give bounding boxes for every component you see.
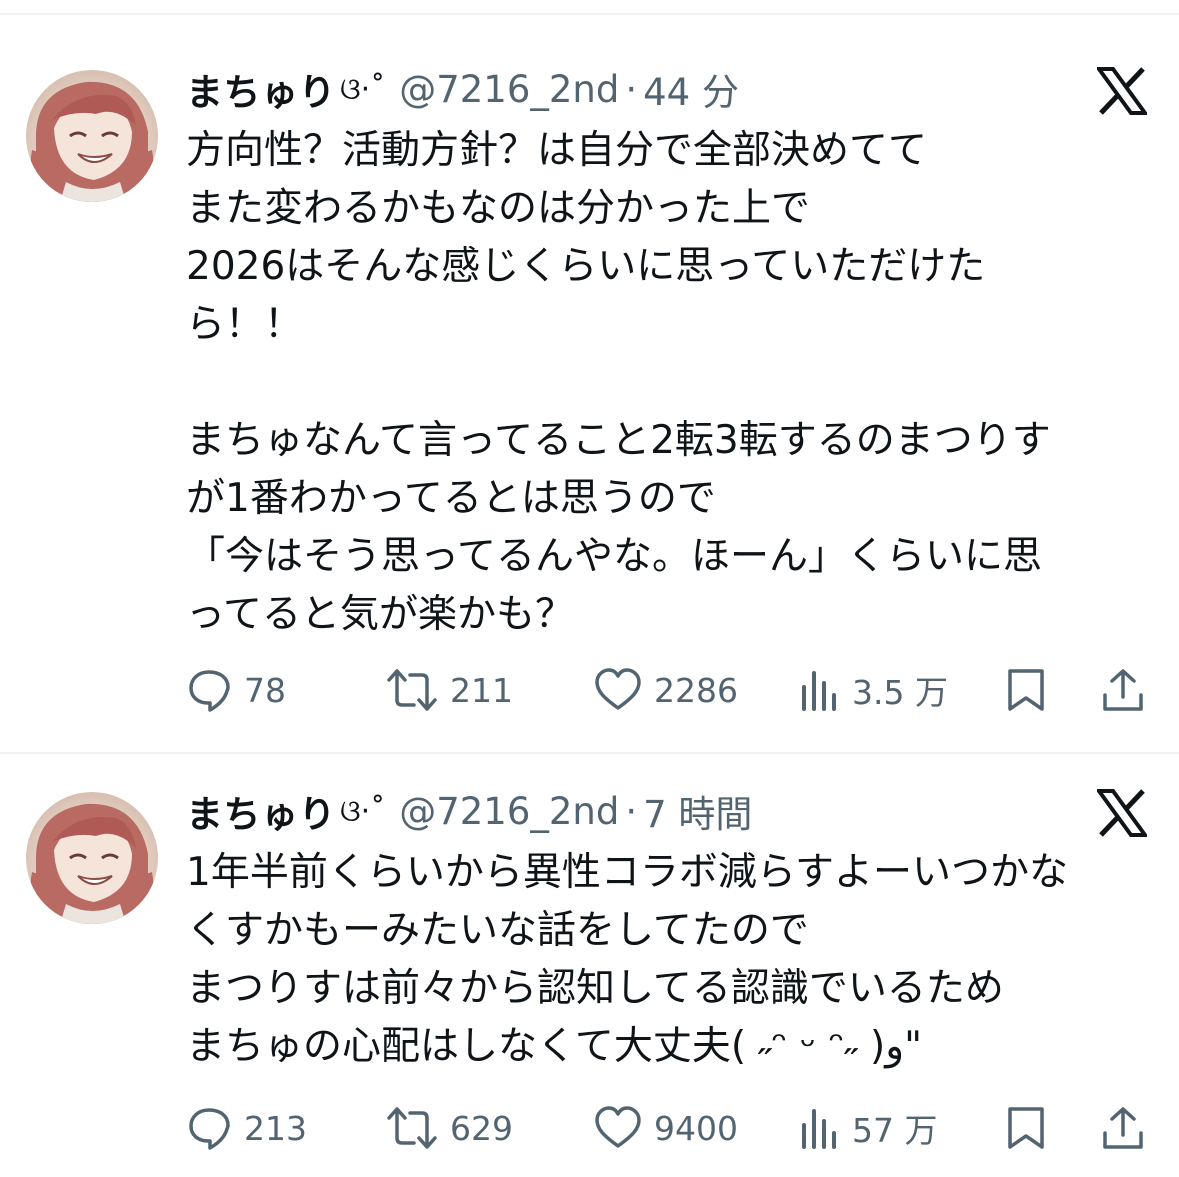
retweet-count: 629 xyxy=(450,1108,513,1148)
user-handle[interactable]: @7216_2nd xyxy=(399,68,619,111)
anime-girl-avatar-icon xyxy=(30,81,154,202)
tweet-body-line: 「今はそう思ってるんやな。ほーん」くらいに思 xyxy=(186,534,1043,579)
avatar[interactable] xyxy=(26,70,158,202)
display-name[interactable]: まちゅり xyxy=(186,784,336,838)
views-button[interactable]: 3.5 万 xyxy=(800,663,948,717)
name-decoration: ଓ·˚ xyxy=(340,793,386,829)
bookmark-icon xyxy=(1008,669,1044,711)
tweet-body-line: 1年半前くらいから異性コラボ減らすよーいつかな xyxy=(186,850,1069,895)
like-button[interactable]: 2286 xyxy=(594,663,738,717)
heart-icon xyxy=(595,668,641,710)
heart-icon xyxy=(595,1106,641,1148)
tweet-actions: 213 629 9400 57 万 xyxy=(186,1101,1146,1155)
tweet-body: 方向性？活動方針？は自分で全部決めてて また変わるかもなのは分かった上で 202… xyxy=(186,122,1146,644)
bookmark-icon xyxy=(1008,1107,1044,1149)
retweet-button[interactable]: 629 xyxy=(386,1101,513,1155)
tweet-body-line: くすかもーみたいな話をしてたので xyxy=(186,908,809,953)
retweet-icon xyxy=(387,1107,437,1149)
tweet-body-line: が1番わかってるとは思うので xyxy=(186,476,716,521)
views-count: 57 万 xyxy=(852,1111,938,1150)
separator-dot: · xyxy=(625,67,638,111)
tweet-actions: 78 211 2286 3.5 万 xyxy=(186,663,1146,717)
bookmark-button[interactable] xyxy=(1004,1101,1048,1155)
avatar[interactable] xyxy=(26,792,158,924)
timestamp[interactable]: 7 時間 xyxy=(643,784,752,838)
tweet-header: まちゅり ଓ·˚ @7216_2nd · 44 分 xyxy=(186,63,739,115)
retweet-count: 211 xyxy=(450,670,513,710)
anime-girl-avatar-icon xyxy=(30,803,154,924)
tweet-body-line: まちゅなんて言ってること2転3転するのまつりす xyxy=(186,418,1051,463)
tweet-body-line xyxy=(186,354,1146,412)
share-button[interactable] xyxy=(1100,663,1146,717)
x-logo-icon[interactable] xyxy=(1095,67,1149,115)
tweet-header: まちゅり ଓ·˚ @7216_2nd · 7 時間 xyxy=(186,785,752,837)
retweet-icon xyxy=(387,669,437,711)
tweet[interactable]: まちゅり ଓ·˚ @7216_2nd · 44 分 方向性？活動方針？は自分で全… xyxy=(0,15,1179,752)
analytics-icon xyxy=(802,1109,836,1149)
display-name[interactable]: まちゅり xyxy=(186,62,336,116)
tweet-body-line: ら！！ xyxy=(186,302,304,347)
tweet-body-line: 方向性？活動方針？は自分で全部決めてて xyxy=(186,128,928,173)
retweet-button[interactable]: 211 xyxy=(386,663,513,717)
like-count: 2286 xyxy=(654,670,738,710)
reply-button[interactable]: 213 xyxy=(186,1101,307,1155)
bookmark-button[interactable] xyxy=(1004,663,1048,717)
tweet-body: 1年半前くらいから異性コラボ減らすよーいつかな くすかもーみたいな話をしてたので… xyxy=(186,844,1146,1076)
name-decoration: ଓ·˚ xyxy=(340,71,386,107)
tweet[interactable]: まちゅり ଓ·˚ @7216_2nd · 7 時間 1年半前くらいから異性コラボ… xyxy=(0,754,1179,1177)
like-button[interactable]: 9400 xyxy=(594,1101,738,1155)
reply-count: 78 xyxy=(244,670,286,710)
tweet-body-line: また変わるかもなのは分かった上で xyxy=(186,186,811,231)
share-button[interactable] xyxy=(1100,1101,1146,1155)
views-count: 3.5 万 xyxy=(852,673,948,712)
tweet-body-line: ってると気が楽かも？ xyxy=(186,592,575,637)
tweet-body-line: 2026はそんな感じくらいに思っていただけた xyxy=(186,244,986,289)
timestamp[interactable]: 44 分 xyxy=(643,62,739,116)
share-icon xyxy=(1103,669,1143,711)
separator-dot: · xyxy=(625,789,638,833)
tweet-body-line: まちゅの心配はしなくて大丈夫( ˶ᵔ ᵕ ᵔ˶ )و" xyxy=(186,1024,923,1069)
analytics-icon xyxy=(802,671,836,711)
views-button[interactable]: 57 万 xyxy=(800,1101,937,1155)
reply-icon xyxy=(189,1108,230,1150)
x-logo-icon[interactable] xyxy=(1095,789,1149,837)
reply-button[interactable]: 78 xyxy=(186,663,286,717)
reply-count: 213 xyxy=(244,1108,307,1148)
like-count: 9400 xyxy=(654,1108,738,1148)
reply-icon xyxy=(189,670,230,712)
tweet-body-line: まつりすは前々から認知してる認識でいるため xyxy=(186,966,1004,1011)
user-handle[interactable]: @7216_2nd xyxy=(399,790,619,833)
share-icon xyxy=(1103,1107,1143,1149)
